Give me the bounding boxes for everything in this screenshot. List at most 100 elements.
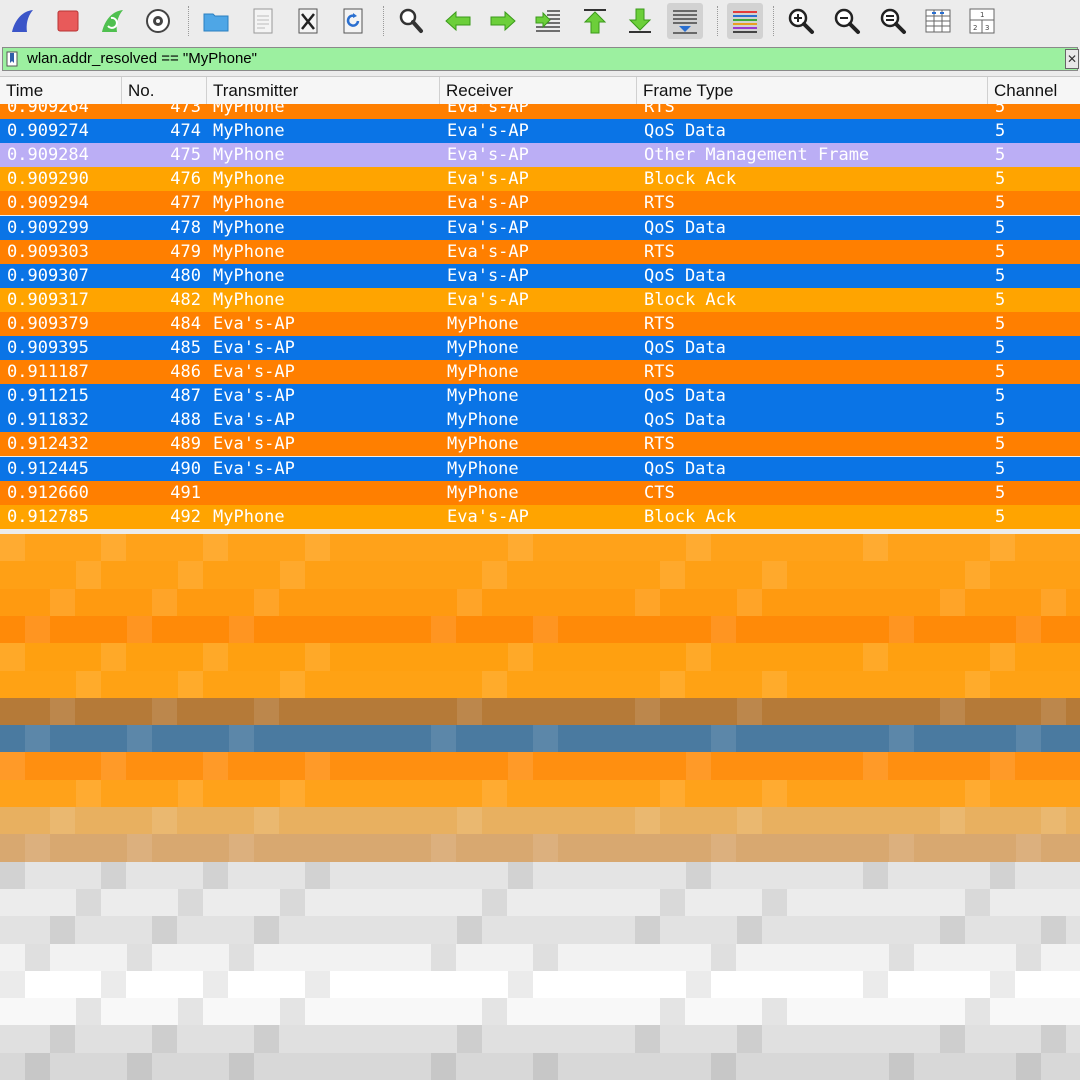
packet-channel-cell: 5 [995, 458, 1006, 479]
blurred-block [178, 998, 203, 1027]
packet-channel-cell: 5 [995, 338, 1006, 358]
colorize-icon[interactable] [727, 3, 763, 39]
clear-filter-icon[interactable]: ✕ [1065, 49, 1079, 69]
blurred-block [305, 752, 330, 781]
blurred-block [1016, 725, 1041, 754]
packet-row[interactable]: 0.911187 486 Eva's-AP MyPhone RTS 5 [0, 360, 1080, 385]
go-last-packet-icon[interactable] [622, 3, 658, 39]
blurred-block [660, 779, 685, 808]
blurred-block [305, 970, 330, 1000]
blurred-block [762, 888, 787, 918]
packet-row[interactable]: 0.912660 491 MyPhone CTS 5 [0, 480, 1080, 505]
layout-icon[interactable]: 123 [964, 3, 1000, 39]
blurred-block [482, 670, 507, 699]
packet-row[interactable]: 0.912445 490 Eva's-AP MyPhone QoS Data 5 [0, 456, 1080, 481]
packet-row[interactable]: 0.909303 479 MyPhone Eva's-AP RTS 5 [0, 239, 1080, 264]
packet-row[interactable]: 0.909284 475 MyPhone Eva's-AP Other Manageme… [0, 143, 1080, 168]
blurred-band [0, 534, 1080, 563]
normal-size-icon[interactable] [875, 3, 911, 39]
packet-number-cell: 486 [170, 362, 201, 383]
packet-number-cell: 474 [170, 121, 201, 142]
packet-transmitter-cell: MyPhone [213, 121, 285, 142]
packet-row[interactable]: 0.909299 478 MyPhone Eva's-AP QoS Data 5 [0, 215, 1080, 240]
packet-channel-cell: 5 [995, 313, 1006, 334]
column-header-channel[interactable]: Channel [988, 77, 1080, 105]
packet-number-cell: 478 [170, 217, 201, 238]
packet-row[interactable]: 0.909395 485 Eva's-AP MyPhone QoS Data 5 [0, 336, 1080, 360]
packet-transmitter-cell: MyPhone [213, 289, 285, 310]
capture-options-icon[interactable] [140, 3, 176, 39]
display-filter-bar[interactable]: wlan.addr_resolved == "MyPhone" ✕ [2, 47, 1079, 71]
packet-row[interactable]: 0.911832 488 Eva's-AP MyPhone QoS Data 5 [0, 408, 1080, 433]
go-to-packet-icon[interactable] [530, 3, 566, 39]
save-file-icon[interactable] [245, 3, 281, 39]
packet-row[interactable]: 0.909379 484 Eva's-AP MyPhone RTS 5 [0, 311, 1080, 336]
blurred-block [508, 534, 533, 563]
blurred-block [863, 752, 888, 781]
open-file-icon[interactable] [198, 3, 234, 39]
column-header-number[interactable]: No. [122, 77, 207, 105]
packet-time-cell: 0.911215 [7, 386, 89, 407]
packet-row[interactable]: 0.911215 487 Eva's-AP MyPhone QoS Data 5 [0, 384, 1080, 409]
packet-number-cell: 489 [170, 434, 201, 455]
blurred-block [76, 998, 101, 1027]
blurred-block [76, 561, 101, 590]
blurred-block [965, 888, 990, 918]
packet-row[interactable]: 0.912785 492 MyPhone Eva's-AP Block Ack 5 [0, 504, 1080, 529]
blurred-block [482, 888, 507, 918]
column-header-time[interactable]: Time [0, 77, 122, 105]
packet-time-cell: 0.909303 [7, 241, 89, 262]
stop-capture-icon[interactable] [50, 3, 86, 39]
packet-row[interactable]: 0.909307 480 MyPhone Eva's-AP QoS Data 5 [0, 263, 1080, 288]
zoom-out-icon[interactable] [829, 3, 865, 39]
blurred-block [635, 697, 660, 727]
blurred-block [508, 970, 533, 1000]
blurred-block [863, 861, 888, 890]
blurred-block [965, 670, 990, 699]
packet-list[interactable]: 0.909264 473 MyPhone Eva's-AP RTS 5 0.909274 47… [0, 104, 1080, 534]
packet-row[interactable]: 0.909317 482 MyPhone Eva's-AP Block Ack 5 [0, 287, 1080, 312]
resize-columns-icon[interactable] [920, 3, 956, 39]
auto-scroll-icon[interactable] [667, 3, 703, 39]
packet-row[interactable]: 0.909290 476 MyPhone Eva's-AP Block Ack 5 [0, 167, 1080, 192]
close-file-icon[interactable] [290, 3, 326, 39]
blurred-block [482, 998, 507, 1027]
packet-row[interactable]: 0.912432 489 Eva's-AP MyPhone RTS 5 [0, 432, 1080, 457]
column-header-frame-type[interactable]: Frame Type [637, 77, 988, 105]
go-forward-icon[interactable] [485, 3, 521, 39]
blurred-block [1016, 1052, 1041, 1080]
packet-row[interactable]: 0.909274 474 MyPhone Eva's-AP QoS Data 5 [0, 119, 1080, 144]
blurred-block [990, 534, 1015, 563]
find-packet-icon[interactable] [393, 3, 429, 39]
go-back-icon[interactable] [440, 3, 476, 39]
blurred-block [889, 1052, 914, 1080]
packet-row[interactable]: 0.909264 473 MyPhone Eva's-AP RTS 5 [0, 104, 1080, 119]
reload-file-icon[interactable] [335, 3, 371, 39]
packet-number-cell: 484 [170, 313, 201, 334]
packet-time-cell: 0.909299 [7, 217, 89, 238]
svg-text:2: 2 [973, 24, 977, 32]
zoom-in-icon[interactable] [783, 3, 819, 39]
column-header-transmitter[interactable]: Transmitter [207, 77, 440, 105]
blurred-block [1016, 834, 1041, 863]
blurred-block [152, 697, 177, 727]
blurred-block [254, 1025, 279, 1054]
start-capture-icon[interactable] [5, 3, 41, 39]
go-first-packet-icon[interactable] [577, 3, 613, 39]
packet-channel-cell: 5 [995, 482, 1006, 503]
packet-frame-type-cell: Block Ack [644, 169, 737, 190]
packet-frame-type-cell: RTS [644, 434, 675, 455]
blurred-block [178, 779, 203, 808]
restart-capture-icon[interactable] [95, 3, 131, 39]
blurred-block [25, 725, 50, 754]
blurred-block [1016, 943, 1041, 972]
packet-row[interactable]: 0.909294 477 MyPhone Eva's-AP RTS 5 [0, 191, 1080, 216]
bookmark-icon[interactable] [6, 51, 20, 67]
toolbar-separator [773, 6, 774, 36]
column-header-receiver[interactable]: Receiver [440, 77, 637, 105]
display-filter-input[interactable]: wlan.addr_resolved == "MyPhone" [27, 50, 257, 67]
blurred-block [0, 752, 25, 781]
blurred-block [508, 861, 533, 890]
packet-receiver-cell: MyPhone [447, 313, 519, 334]
blurred-block [533, 834, 558, 863]
